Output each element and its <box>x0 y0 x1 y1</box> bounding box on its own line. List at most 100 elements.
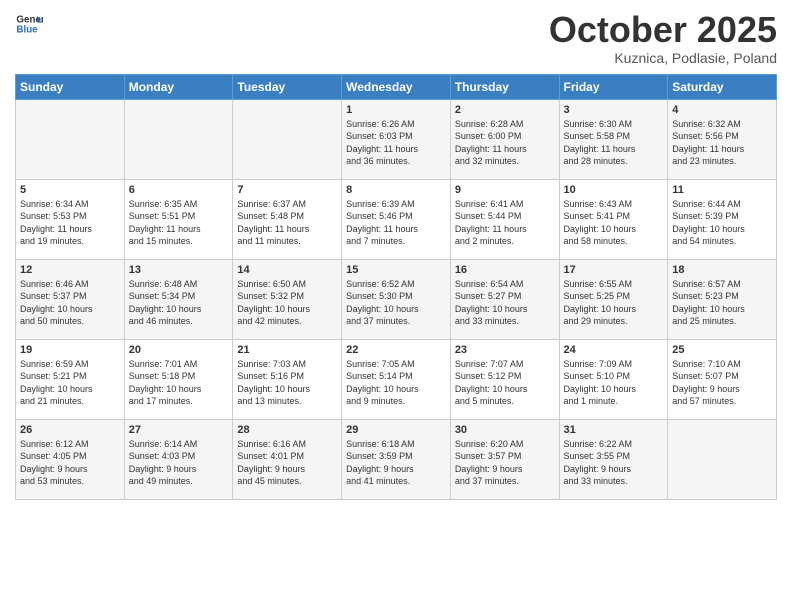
day-number: 26 <box>20 424 120 436</box>
calendar-week-row: 26 Sunrise: 6:12 AM Sunset: 4:05 PM Dayli… <box>16 419 777 499</box>
day-number: 10 <box>564 184 664 196</box>
day-number: 8 <box>346 184 446 196</box>
header: General Blue October 2025 Kuznica, Podla… <box>15 10 777 66</box>
day-number: 31 <box>564 424 664 436</box>
day-number: 12 <box>20 264 120 276</box>
day-info: Sunrise: 6:14 AM Sunset: 4:03 PM Dayligh… <box>129 438 229 488</box>
day-number: 21 <box>237 344 337 356</box>
day-number: 2 <box>455 104 555 116</box>
day-number: 3 <box>564 104 664 116</box>
day-number: 29 <box>346 424 446 436</box>
day-info: Sunrise: 6:32 AM Sunset: 5:56 PM Dayligh… <box>672 118 772 168</box>
table-row: 25Sunrise: 7:10 AM Sunset: 5:07 PM Dayli… <box>668 339 777 419</box>
table-row: 28 Sunrise: 6:16 AM Sunset: 4:01 PM Dayli… <box>233 419 342 499</box>
day-number: 4 <box>672 104 772 116</box>
title-block: October 2025 Kuznica, Podlasie, Poland <box>549 10 777 66</box>
day-info: Sunrise: 6:59 AM Sunset: 5:21 PM Dayligh… <box>20 358 120 408</box>
table-row <box>233 99 342 179</box>
day-number: 6 <box>129 184 229 196</box>
table-row: 17 Sunrise: 6:55 AM Sunset: 5:25 PM Dayli… <box>559 259 668 339</box>
day-number: 24 <box>564 344 664 356</box>
day-number: 27 <box>129 424 229 436</box>
day-number: 7 <box>237 184 337 196</box>
day-info: Sunrise: 6:54 AM Sunset: 5:27 PM Dayligh… <box>455 278 555 328</box>
day-info: Sunrise: 6:43 AM Sunset: 5:41 PM Dayligh… <box>564 198 664 248</box>
table-row: 21 Sunrise: 7:03 AM Sunset: 5:16 PM Dayli… <box>233 339 342 419</box>
day-info: Sunrise: 6:18 AM Sunset: 3:59 PM Dayligh… <box>346 438 446 488</box>
calendar-week-row: 5 Sunrise: 6:34 AM Sunset: 5:53 PM Daylig… <box>16 179 777 259</box>
day-number: 28 <box>237 424 337 436</box>
day-number: 22 <box>346 344 446 356</box>
day-info: Sunrise: 6:16 AM Sunset: 4:01 PM Dayligh… <box>237 438 337 488</box>
day-number: 30 <box>455 424 555 436</box>
day-info: Sunrise: 6:52 AM Sunset: 5:30 PM Dayligh… <box>346 278 446 328</box>
day-info: Sunrise: 6:37 AM Sunset: 5:48 PM Dayligh… <box>237 198 337 248</box>
day-number: 1 <box>346 104 446 116</box>
day-info: Sunrise: 6:50 AM Sunset: 5:32 PM Dayligh… <box>237 278 337 328</box>
day-info: Sunrise: 6:12 AM Sunset: 4:05 PM Dayligh… <box>20 438 120 488</box>
table-row: 31Sunrise: 6:22 AM Sunset: 3:55 PM Dayli… <box>559 419 668 499</box>
table-row: 6 Sunrise: 6:35 AM Sunset: 5:51 PM Daylig… <box>124 179 233 259</box>
day-info: Sunrise: 7:01 AM Sunset: 5:18 PM Dayligh… <box>129 358 229 408</box>
table-row: 8 Sunrise: 6:39 AM Sunset: 5:46 PM Daylig… <box>342 179 451 259</box>
table-row: 20 Sunrise: 7:01 AM Sunset: 5:18 PM Dayli… <box>124 339 233 419</box>
table-row: 19 Sunrise: 6:59 AM Sunset: 5:21 PM Dayli… <box>16 339 125 419</box>
table-row: 29 Sunrise: 6:18 AM Sunset: 3:59 PM Dayli… <box>342 419 451 499</box>
day-number: 23 <box>455 344 555 356</box>
day-info: Sunrise: 6:55 AM Sunset: 5:25 PM Dayligh… <box>564 278 664 328</box>
table-row: 23 Sunrise: 7:07 AM Sunset: 5:12 PM Dayli… <box>450 339 559 419</box>
header-saturday: Saturday <box>668 74 777 99</box>
table-row: 2Sunrise: 6:28 AM Sunset: 6:00 PM Daylig… <box>450 99 559 179</box>
day-info: Sunrise: 7:07 AM Sunset: 5:12 PM Dayligh… <box>455 358 555 408</box>
table-row: 18 Sunrise: 6:57 AM Sunset: 5:23 PM Dayli… <box>668 259 777 339</box>
header-friday: Friday <box>559 74 668 99</box>
table-row <box>668 419 777 499</box>
table-row: 22 Sunrise: 7:05 AM Sunset: 5:14 PM Dayli… <box>342 339 451 419</box>
day-info: Sunrise: 6:35 AM Sunset: 5:51 PM Dayligh… <box>129 198 229 248</box>
day-number: 13 <box>129 264 229 276</box>
day-info: Sunrise: 6:39 AM Sunset: 5:46 PM Dayligh… <box>346 198 446 248</box>
location: Kuznica, Podlasie, Poland <box>549 50 777 66</box>
table-row: 4 Sunrise: 6:32 AM Sunset: 5:56 PM Daylig… <box>668 99 777 179</box>
month-title: October 2025 <box>549 10 777 50</box>
logo-icon: General Blue <box>15 10 43 38</box>
table-row: 3Sunrise: 6:30 AM Sunset: 5:58 PM Daylig… <box>559 99 668 179</box>
day-info: Sunrise: 7:05 AM Sunset: 5:14 PM Dayligh… <box>346 358 446 408</box>
day-number: 5 <box>20 184 120 196</box>
calendar-week-row: 12 Sunrise: 6:46 AM Sunset: 5:37 PM Dayli… <box>16 259 777 339</box>
table-row: 15 Sunrise: 6:52 AM Sunset: 5:30 PM Dayli… <box>342 259 451 339</box>
day-info: Sunrise: 6:46 AM Sunset: 5:37 PM Dayligh… <box>20 278 120 328</box>
day-number: 14 <box>237 264 337 276</box>
table-row <box>16 99 125 179</box>
calendar-week-row: 1Sunrise: 6:26 AM Sunset: 6:03 PM Daylig… <box>16 99 777 179</box>
table-row: 7 Sunrise: 6:37 AM Sunset: 5:48 PM Daylig… <box>233 179 342 259</box>
day-number: 18 <box>672 264 772 276</box>
table-row: 11Sunrise: 6:44 AM Sunset: 5:39 PM Dayli… <box>668 179 777 259</box>
header-sunday: Sunday <box>16 74 125 99</box>
day-number: 19 <box>20 344 120 356</box>
day-info: Sunrise: 7:10 AM Sunset: 5:07 PM Dayligh… <box>672 358 772 408</box>
day-info: Sunrise: 6:57 AM Sunset: 5:23 PM Dayligh… <box>672 278 772 328</box>
day-info: Sunrise: 7:09 AM Sunset: 5:10 PM Dayligh… <box>564 358 664 408</box>
calendar-week-row: 19 Sunrise: 6:59 AM Sunset: 5:21 PM Dayli… <box>16 339 777 419</box>
table-row: 30 Sunrise: 6:20 AM Sunset: 3:57 PM Dayli… <box>450 419 559 499</box>
header-monday: Monday <box>124 74 233 99</box>
table-row: 26 Sunrise: 6:12 AM Sunset: 4:05 PM Dayli… <box>16 419 125 499</box>
day-info: Sunrise: 6:20 AM Sunset: 3:57 PM Dayligh… <box>455 438 555 488</box>
day-number: 9 <box>455 184 555 196</box>
table-row <box>124 99 233 179</box>
table-row: 27 Sunrise: 6:14 AM Sunset: 4:03 PM Dayli… <box>124 419 233 499</box>
day-number: 20 <box>129 344 229 356</box>
header-thursday: Thursday <box>450 74 559 99</box>
table-row: 10 Sunrise: 6:43 AM Sunset: 5:41 PM Dayli… <box>559 179 668 259</box>
day-number: 17 <box>564 264 664 276</box>
calendar-table: Sunday Monday Tuesday Wednesday Thursday… <box>15 74 777 500</box>
day-info: Sunrise: 6:44 AM Sunset: 5:39 PM Dayligh… <box>672 198 772 248</box>
table-row: 13Sunrise: 6:48 AM Sunset: 5:34 PM Dayli… <box>124 259 233 339</box>
svg-text:Blue: Blue <box>16 24 38 35</box>
table-row: 9Sunrise: 6:41 AM Sunset: 5:44 PM Daylig… <box>450 179 559 259</box>
table-row: 16Sunrise: 6:54 AM Sunset: 5:27 PM Dayli… <box>450 259 559 339</box>
day-info: Sunrise: 6:34 AM Sunset: 5:53 PM Dayligh… <box>20 198 120 248</box>
day-number: 15 <box>346 264 446 276</box>
day-info: Sunrise: 7:03 AM Sunset: 5:16 PM Dayligh… <box>237 358 337 408</box>
